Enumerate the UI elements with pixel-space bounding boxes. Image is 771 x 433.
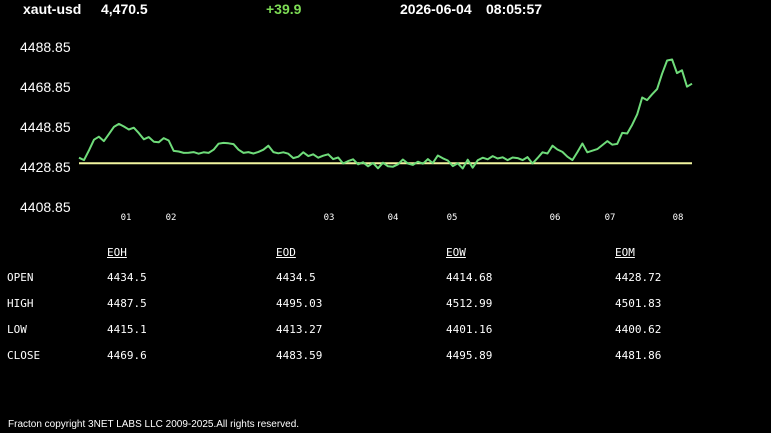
table-cell: 4414.68 [446, 271, 493, 284]
table-cell: 4495.03 [276, 297, 323, 310]
column-header: EOW [446, 246, 466, 259]
table-cell: 4487.5 [107, 297, 147, 310]
y-tick-label: 4488.85 [20, 39, 71, 55]
table-cell: 4501.83 [615, 297, 662, 310]
table-cell: 4428.72 [615, 271, 662, 284]
x-tick-label: 04 [388, 213, 399, 223]
table-cell: 4434.5 [276, 271, 316, 284]
x-tick-label: 06 [550, 213, 561, 223]
copyright-footer: Fracton copyright 3NET LABS LLC 2009-202… [8, 419, 300, 430]
table-cell: 4415.1 [107, 323, 147, 336]
y-tick-label: 4468.85 [20, 79, 71, 95]
y-tick-label: 4428.85 [20, 159, 71, 175]
row-label: HIGH [7, 297, 34, 310]
table-cell: 4481.86 [615, 349, 662, 362]
table-cell: 4495.89 [446, 349, 493, 362]
y-tick-label: 4448.85 [20, 119, 71, 135]
x-tick-label: 03 [324, 213, 335, 223]
row-label: CLOSE [7, 349, 41, 362]
table-cell: 4413.27 [276, 323, 323, 336]
x-tick-label: 08 [673, 213, 684, 223]
column-header: EOM [615, 246, 635, 259]
x-tick-label: 07 [605, 213, 616, 223]
row-label: LOW [7, 323, 27, 336]
table-cell: 4512.99 [446, 297, 493, 310]
table-cell: 4483.59 [276, 349, 323, 362]
column-header: EOD [276, 246, 296, 259]
series-line-price [78, 58, 693, 170]
row-label: OPEN [7, 271, 34, 284]
y-axis-ticks: 4488.85 4468.85 4448.85 4428.85 4408.85 [20, 39, 71, 215]
column-header: EOH [107, 246, 127, 259]
x-axis-ticks: 01 02 03 04 05 06 07 08 [121, 213, 684, 223]
x-tick-label: 01 [121, 213, 132, 223]
x-tick-label: 02 [166, 213, 177, 223]
table-cell: 4434.5 [107, 271, 147, 284]
price-chart: 4488.85 4468.85 4448.85 4428.85 4408.85 01 02… [20, 39, 693, 223]
y-tick-label: 4408.85 [20, 199, 71, 215]
table-cell: 4469.6 [107, 349, 147, 362]
x-tick-label: 05 [447, 213, 458, 223]
table-cell: 4401.16 [446, 323, 493, 336]
table-cell: 4400.62 [615, 323, 662, 336]
